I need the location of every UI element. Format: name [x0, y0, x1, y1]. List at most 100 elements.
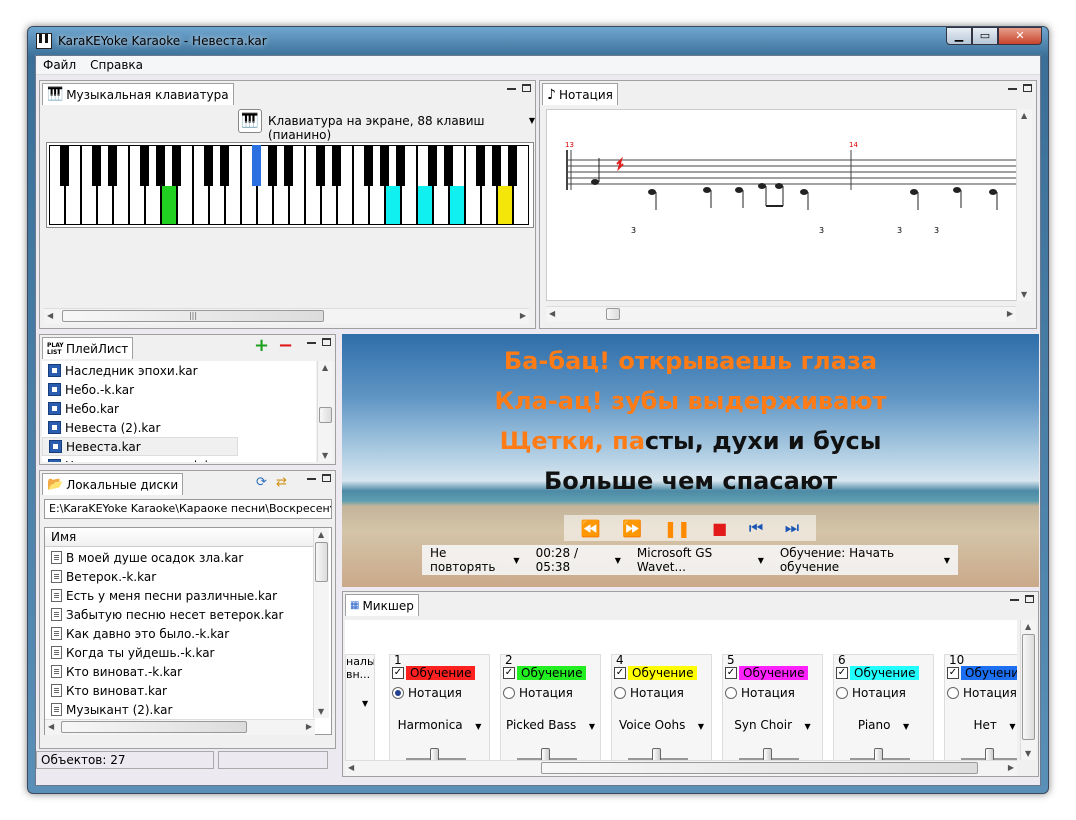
- remove-icon[interactable]: −: [278, 335, 293, 356]
- tab-notation[interactable]: ♪ Нотация: [542, 83, 618, 105]
- panel-minimize-icon[interactable]: [307, 478, 316, 480]
- panel-maximize-icon[interactable]: [522, 84, 531, 92]
- panel-maximize-icon[interactable]: [322, 338, 331, 346]
- tab-playlist[interactable]: PLAY LIST ПлейЛист: [42, 337, 134, 359]
- panel-minimize-icon[interactable]: [1010, 599, 1019, 601]
- slider-handle[interactable]: [763, 748, 772, 760]
- file-item[interactable]: В моей душе осадок зла.kar: [45, 548, 315, 567]
- panel-minimize-icon[interactable]: [507, 88, 516, 90]
- black-key[interactable]: [156, 145, 165, 186]
- previous-track-icon[interactable]: ⏮: [749, 518, 763, 538]
- training-checkbox[interactable]: ✓Обучение: [614, 666, 698, 680]
- next-track-icon[interactable]: ⏭: [785, 518, 799, 538]
- slider-handle[interactable]: [541, 748, 550, 760]
- panel-minimize-icon[interactable]: [307, 342, 316, 344]
- device-dropdown[interactable]: Microsoft GS Wavet...: [629, 546, 772, 574]
- add-icon[interactable]: +: [254, 335, 269, 356]
- black-key[interactable]: [92, 145, 101, 186]
- black-key[interactable]: [332, 145, 341, 186]
- file-item[interactable]: Есть у меня песни различные.kar: [45, 586, 315, 605]
- time-dropdown[interactable]: 00:28 / 05:38: [528, 546, 629, 574]
- path-selector[interactable]: E:\KaraKEYoke Karaoke\Караоке песни\Воск…: [44, 499, 332, 519]
- file-item[interactable]: Когда ты уйдешь.-k.kar: [45, 643, 315, 662]
- notation-radio[interactable]: Нотация: [725, 686, 795, 700]
- keyboard-type-icon[interactable]: 🎹: [238, 109, 262, 133]
- notation-radio[interactable]: Нотация: [392, 686, 462, 700]
- maximize-button[interactable]: ▭: [972, 27, 998, 45]
- panel-maximize-icon[interactable]: [322, 474, 331, 482]
- notation-hscrollbar[interactable]: ◀ ▶: [546, 306, 1016, 322]
- playlist-list[interactable]: Наследник эпохи.kar Небо.-k.kar Небо.kar Не…: [42, 361, 316, 462]
- instrument-dropdown[interactable]: Picked Bass: [501, 718, 600, 732]
- piano-keyboard[interactable]: [46, 142, 534, 228]
- menu-file[interactable]: Файл: [36, 56, 83, 74]
- tab-local-disks[interactable]: 📂 Локальные диски: [42, 473, 184, 495]
- file-item[interactable]: Забытую песню несет ветерок.kar: [45, 605, 315, 624]
- file-item[interactable]: Кто виноват.-k.kar: [45, 662, 315, 681]
- playlist-item[interactable]: Небо.-k.kar: [42, 380, 316, 399]
- stop-icon[interactable]: ■: [712, 519, 727, 538]
- black-key[interactable]: [268, 145, 277, 186]
- training-checkbox[interactable]: ✓Обучение: [947, 666, 1017, 680]
- file-item[interactable]: Как давно это было.-k.kar: [45, 624, 315, 643]
- column-header-name[interactable]: Имя: [45, 528, 315, 547]
- playlist-item[interactable]: Новая луна апреля.-k.kar: [42, 456, 316, 462]
- slider-handle[interactable]: [874, 748, 883, 760]
- title-bar[interactable]: KaraKEYoke Karaoke - Невеста.kar ▁ ▭ ✕: [28, 27, 1048, 55]
- keyboard-selector[interactable]: Клавиатура на экране, 88 клавиш (пианино…: [268, 114, 535, 142]
- keyboard-hscrollbar[interactable]: ◀ ||| ▶: [44, 308, 529, 324]
- sync-icon[interactable]: ⇄: [276, 475, 287, 490]
- mixer-vscrollbar[interactable]: ▲ ▼: [1020, 620, 1036, 760]
- instrument-dropdown[interactable]: Syn Choir: [723, 718, 822, 732]
- training-checkbox[interactable]: ✓Обучение: [392, 666, 476, 680]
- files-hscrollbar[interactable]: ◀ ▶: [45, 719, 315, 735]
- black-key[interactable]: [508, 145, 517, 186]
- training-checkbox[interactable]: ✓Обучение: [503, 666, 587, 680]
- refresh-icon[interactable]: ⟳: [256, 475, 267, 490]
- black-key[interactable]: [492, 145, 501, 186]
- black-key[interactable]: [252, 145, 261, 186]
- file-item[interactable]: Музыкант (2).kar: [45, 700, 315, 719]
- black-key[interactable]: [172, 145, 181, 186]
- mixer-hscrollbar[interactable]: ◀ ▶: [345, 760, 1017, 776]
- black-key[interactable]: [476, 145, 485, 186]
- rewind-icon[interactable]: ⏪: [581, 519, 601, 538]
- black-key[interactable]: [396, 145, 405, 186]
- black-key[interactable]: [60, 145, 69, 186]
- files-vscrollbar[interactable]: ▲ ▼: [313, 528, 329, 718]
- slider-handle[interactable]: [985, 748, 994, 760]
- notation-vscrollbar[interactable]: ▲ ▼: [1016, 109, 1032, 301]
- menu-help[interactable]: Справка: [83, 56, 150, 74]
- notation-radio[interactable]: Нотация: [947, 686, 1017, 700]
- training-checkbox[interactable]: ✓Обучение: [725, 666, 809, 680]
- file-list[interactable]: Имя В моей душе осадок зла.kar Ветерок.-k…: [44, 527, 332, 735]
- black-key[interactable]: [220, 145, 229, 186]
- black-key[interactable]: [204, 145, 213, 186]
- training-dropdown[interactable]: Обучение: Начать обучение: [772, 546, 958, 574]
- tab-mixer[interactable]: ▦ Микшер: [345, 594, 419, 616]
- minimize-button[interactable]: ▁: [946, 27, 972, 45]
- black-key[interactable]: [428, 145, 437, 186]
- black-key[interactable]: [140, 145, 149, 186]
- pause-icon[interactable]: ❚❚: [664, 519, 691, 538]
- instrument-dropdown[interactable]: Нет: [945, 718, 1017, 732]
- instrument-dropdown[interactable]: Piano: [834, 718, 933, 732]
- panel-minimize-icon[interactable]: [1008, 88, 1017, 90]
- black-key[interactable]: [364, 145, 373, 186]
- training-checkbox[interactable]: ✓Обучение: [836, 666, 920, 680]
- playlist-vscrollbar[interactable]: ▲ ▼: [317, 361, 333, 462]
- black-key[interactable]: [108, 145, 117, 186]
- panel-maximize-icon[interactable]: [1025, 595, 1034, 603]
- playlist-item[interactable]: Наследник эпохи.kar: [42, 361, 316, 380]
- playlist-item[interactable]: Небо.kar: [42, 399, 316, 418]
- panel-maximize-icon[interactable]: [1023, 84, 1032, 92]
- notation-radio[interactable]: Нотация: [503, 686, 573, 700]
- tab-keyboard[interactable]: 🎹 Музыкальная клавиатура: [42, 83, 234, 105]
- notation-radio[interactable]: Нотация: [614, 686, 684, 700]
- slider-handle[interactable]: [652, 748, 661, 760]
- playlist-item[interactable]: Невеста.kar: [42, 437, 238, 456]
- file-item[interactable]: Ветерок.-k.kar: [45, 567, 315, 586]
- file-item[interactable]: Кто виноват.kar: [45, 681, 315, 700]
- black-key[interactable]: [380, 145, 389, 186]
- score-view[interactable]: 13 14 3 3 3 3: [546, 109, 1018, 301]
